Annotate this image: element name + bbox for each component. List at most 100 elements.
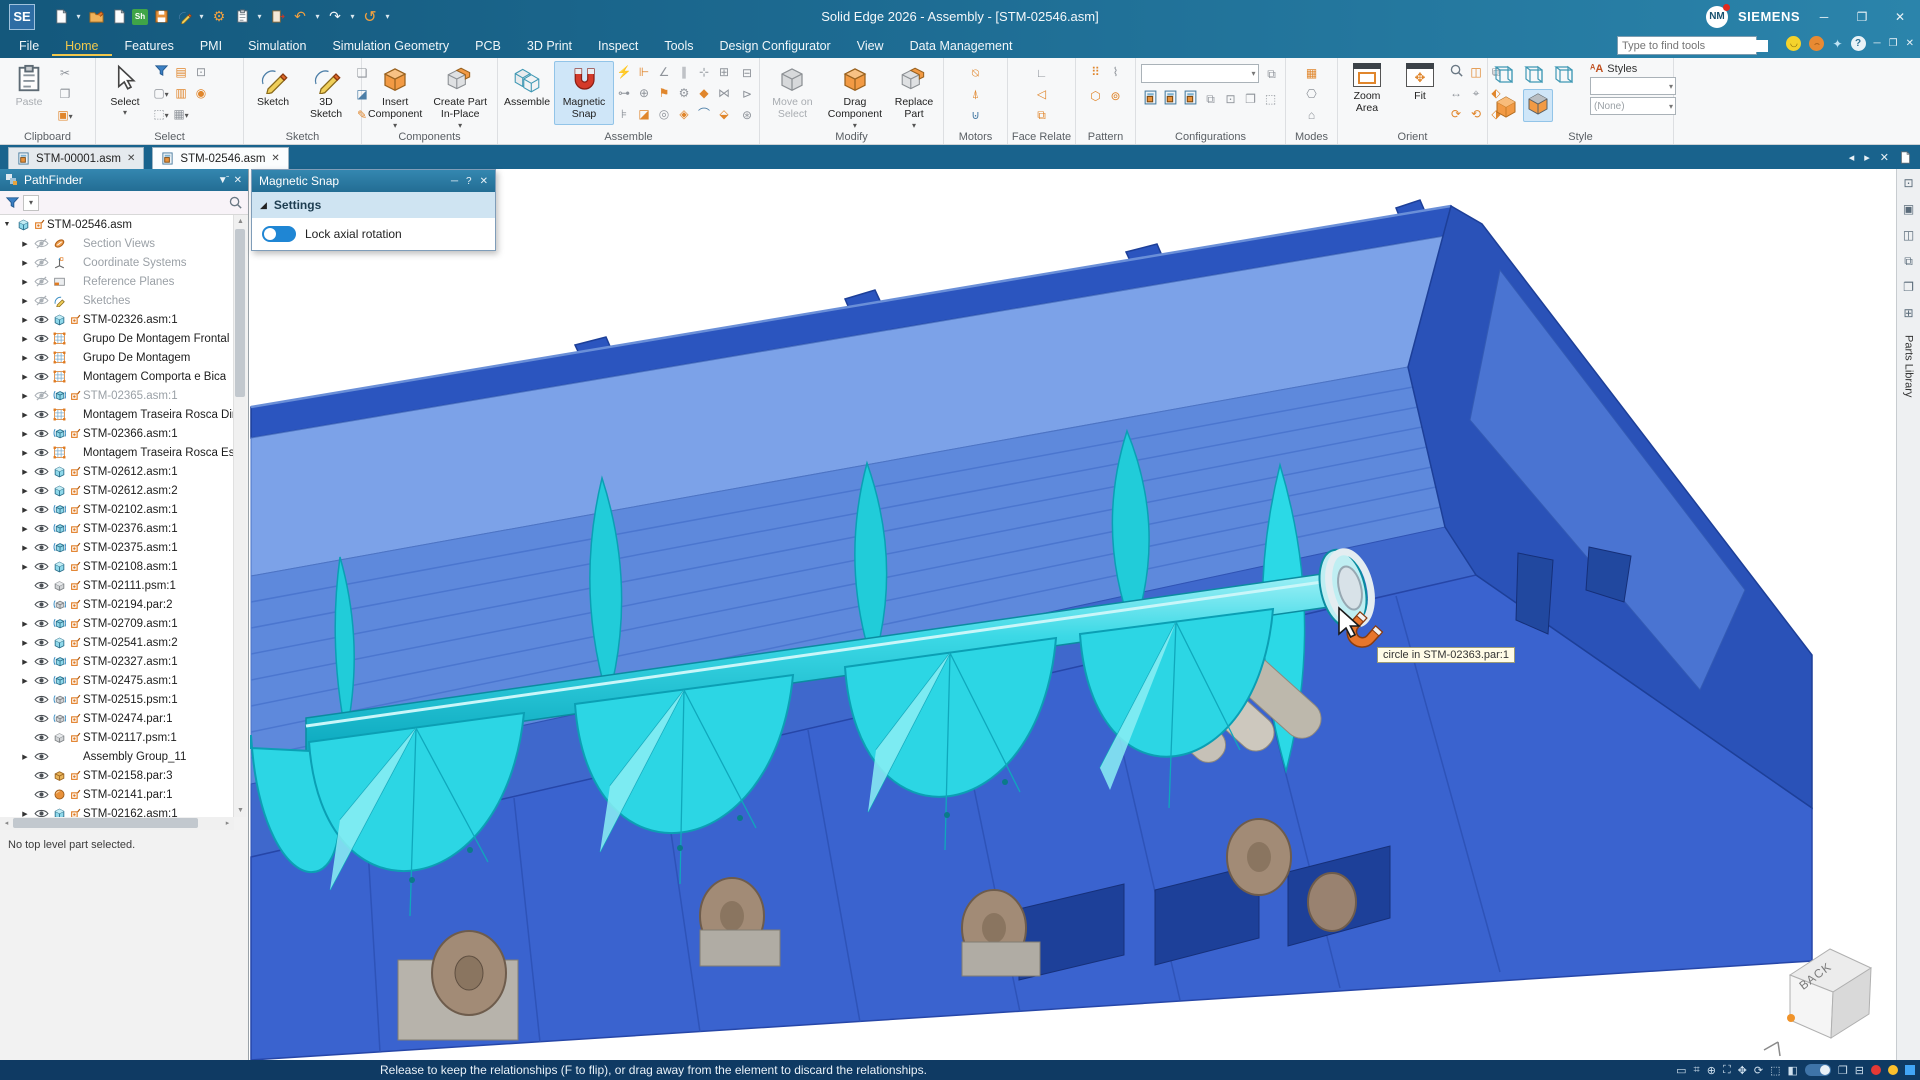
shaded-edges-style-icon[interactable] xyxy=(1525,91,1551,115)
connect-icon[interactable]: ◪ xyxy=(635,105,653,123)
undo-dropdown-icon[interactable]: ▾ xyxy=(313,12,322,21)
doc-close-icon[interactable]: ✕ xyxy=(1906,38,1914,49)
visibility-icon[interactable] xyxy=(32,314,50,325)
visibility-icon[interactable] xyxy=(32,371,50,382)
pathfinder-header[interactable]: PathFinder ▼̄ ✕ xyxy=(0,169,248,191)
search-input[interactable] xyxy=(1618,40,1768,52)
select-options-icon[interactable]: ▦▾ xyxy=(172,105,190,123)
config-zone-icon[interactable]: ⬚ xyxy=(1262,90,1280,108)
filter-funnel-icon[interactable] xyxy=(5,195,20,210)
expand-icon[interactable]: ▶ xyxy=(18,373,32,381)
tab-stm-00001[interactable]: STM-00001.asm✕ xyxy=(8,147,144,169)
new-window-icon[interactable] xyxy=(1899,151,1912,164)
status-zoom-icon[interactable]: ⊕ xyxy=(1707,1064,1716,1077)
tree-item-stm-02375-asm-1[interactable]: ▶STM-02375.asm:1 xyxy=(0,538,234,557)
clipboard-icon[interactable] xyxy=(232,7,252,27)
tree-item-stm-02541-asm-2[interactable]: ▶STM-02541.asm:2 xyxy=(0,633,234,652)
create-part-in-place-button[interactable]: Create Part In-Place▾ xyxy=(426,61,494,125)
visibility-icon[interactable] xyxy=(32,466,50,477)
open-reminder-icon[interactable] xyxy=(109,7,129,27)
expand-icon[interactable]: ▶ xyxy=(18,677,32,685)
fit-button[interactable]: ✥Fit xyxy=(1394,61,1446,125)
model-mode-icon[interactable]: ⎔ xyxy=(1303,85,1321,103)
status-window-icon[interactable]: ❐ xyxy=(1838,1064,1848,1077)
menu-item-3d-print[interactable]: 3D Print xyxy=(514,36,585,56)
expand-icon[interactable]: ▶ xyxy=(18,392,32,400)
tree-item-stm-02158-par-3[interactable]: STM-02158.par:3 xyxy=(0,766,234,785)
assemble-extra-icon[interactable]: ⊛ xyxy=(738,106,756,124)
settings-section-header[interactable]: ◢ Settings xyxy=(252,192,495,218)
tab-close-icon[interactable]: ✕ xyxy=(271,153,279,164)
status-select-icon[interactable]: ▭ xyxy=(1676,1064,1686,1077)
tree-item-stm-02162-asm-1[interactable]: ▶STM-02162.asm:1 xyxy=(0,804,234,817)
tree-item-stm-02326-asm-1[interactable]: ▶STM-02326.asm:1 xyxy=(0,310,234,329)
tree-item-stm-02475-asm-1[interactable]: ▶STM-02475.asm:1 xyxy=(0,671,234,690)
sketch-button[interactable]: Sketch xyxy=(247,61,299,125)
expand-icon[interactable]: ▶ xyxy=(18,658,32,666)
status-common-views-icon[interactable]: ⬚ xyxy=(1770,1064,1780,1077)
pathfinder-horizontal-scrollbar[interactable]: ◂ ▸ xyxy=(0,817,234,830)
select-body-icon[interactable]: ▥ xyxy=(172,84,190,102)
tree-item-stm-02108-asm-1[interactable]: ▶STM-02108.asm:1 xyxy=(0,557,234,576)
path-icon[interactable]: ⌒ xyxy=(695,105,713,123)
sheet-icon[interactable]: Sh xyxy=(132,9,148,25)
expand-icon[interactable]: ▶ xyxy=(18,335,32,343)
visibility-icon[interactable] xyxy=(32,770,50,781)
visibility-off-icon[interactable] xyxy=(32,257,50,268)
duplicate-icon[interactable]: ⊚ xyxy=(1107,87,1125,105)
expand-icon[interactable]: ▶ xyxy=(18,278,32,286)
visibility-off-icon[interactable] xyxy=(32,390,50,401)
expand-icon[interactable]: ▶ xyxy=(18,316,32,324)
insert-relate-icon[interactable]: ⊕ xyxy=(635,84,653,102)
expand-icon[interactable]: ▶ xyxy=(18,297,32,305)
mate-icon[interactable]: ⊶ xyxy=(615,84,633,102)
wireframe-style-icon[interactable] xyxy=(1493,63,1519,87)
face-style-select[interactable]: ▾ xyxy=(1590,77,1676,95)
visibility-icon[interactable] xyxy=(32,808,50,817)
visibility-icon[interactable] xyxy=(32,428,50,439)
tree-item-stm-02111-psm-1[interactable]: STM-02111.psm:1 xyxy=(0,576,234,595)
edit-dropdown-icon[interactable]: ▾ xyxy=(197,12,206,21)
weldment-mode-icon[interactable]: ⌂ xyxy=(1303,106,1321,124)
tree-item-stm-02709-asm-1[interactable]: ▶STM-02709.asm:1 xyxy=(0,614,234,633)
pattern-icon[interactable]: ⠿ xyxy=(1087,63,1105,81)
visibility-icon[interactable] xyxy=(32,637,50,648)
tree-item-coordinate-systems[interactable]: ▶Coordinate Systems xyxy=(0,253,234,272)
status-fit-icon[interactable]: ⛶ xyxy=(1723,1064,1731,1077)
visibility-icon[interactable] xyxy=(32,618,50,629)
menu-item-home[interactable]: Home xyxy=(52,36,111,56)
sparkle-icon[interactable]: ✦ xyxy=(1832,37,1842,51)
menu-item-simulation[interactable]: Simulation xyxy=(235,36,319,56)
cam-icon[interactable]: ◎ xyxy=(655,105,673,123)
save-icon[interactable] xyxy=(151,7,171,27)
status-display-icon[interactable]: ⊟ xyxy=(1855,1064,1864,1077)
doc-minimize-icon[interactable]: ─ xyxy=(1874,38,1881,49)
assembly-3d-view[interactable] xyxy=(249,169,1896,1060)
options-b-icon[interactable]: ⋈ xyxy=(715,84,733,102)
center-plane-icon[interactable]: ◈ xyxy=(675,105,693,123)
visibility-icon[interactable] xyxy=(32,751,50,762)
rotation-motor-icon[interactable]: ⍉ xyxy=(967,64,985,82)
find-tools-search[interactable] xyxy=(1617,36,1757,55)
mirror-icon[interactable]: ⬡ xyxy=(1087,87,1105,105)
visibility-icon[interactable] xyxy=(32,599,50,610)
exit-icon[interactable] xyxy=(267,7,287,27)
hidden-edges-style-icon[interactable] xyxy=(1553,63,1579,87)
parts-library-tab[interactable]: Parts Library xyxy=(1903,335,1915,397)
status-pan-icon[interactable]: ✥ xyxy=(1738,1064,1747,1077)
insert-component-button[interactable]: Insert Component▾ xyxy=(365,61,425,125)
open-icon[interactable] xyxy=(86,7,106,27)
dialog-close-icon[interactable]: ✕ xyxy=(480,176,488,187)
shaded-style-icon[interactable] xyxy=(1493,94,1519,118)
visibility-icon[interactable] xyxy=(32,409,50,420)
sensors-tool-icon[interactable]: ◫ xyxy=(1901,227,1917,243)
close-button[interactable]: ✕ xyxy=(1886,6,1914,28)
tree-item-stm-02474-par-1[interactable]: STM-02474.par:1 xyxy=(0,709,234,728)
options-a-icon[interactable]: ⊞ xyxy=(715,63,733,81)
config-display-icon[interactable] xyxy=(1142,90,1160,108)
gear-relate-icon[interactable]: ⚙ xyxy=(675,84,693,102)
status-toggle[interactable] xyxy=(1805,1064,1831,1076)
tab-scroll-left-icon[interactable]: ◂ xyxy=(1849,151,1855,164)
config-copy-icon[interactable]: ⧉ xyxy=(1202,90,1220,108)
scroll-right-icon[interactable]: ▸ xyxy=(221,817,234,830)
